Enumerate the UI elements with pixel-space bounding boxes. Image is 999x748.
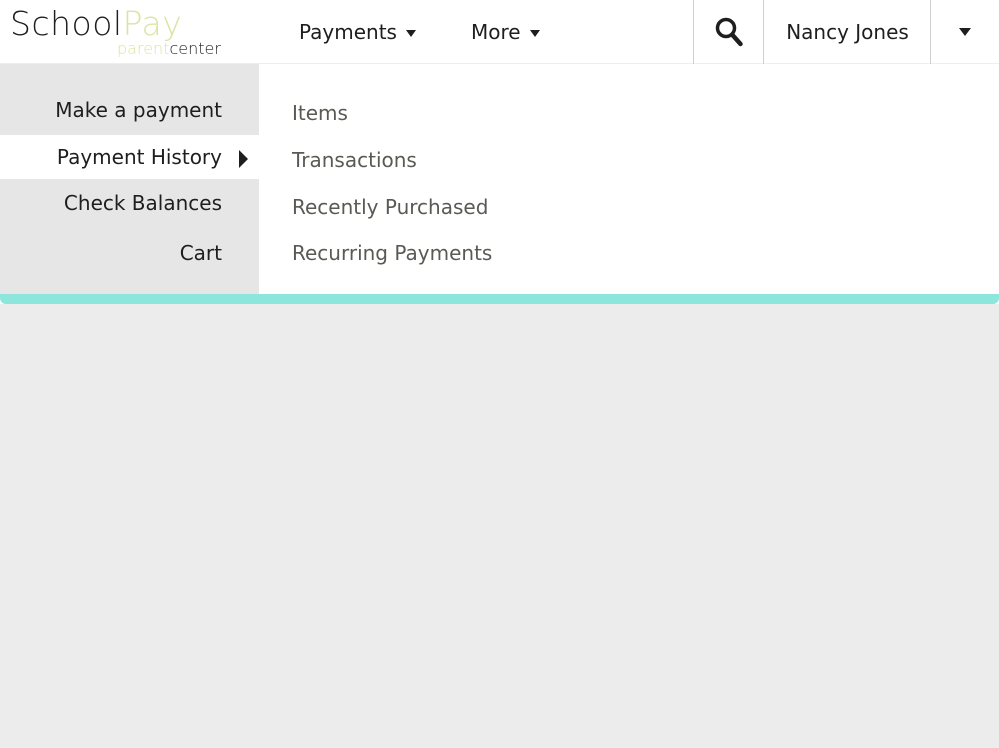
chevron-down-icon [959, 28, 971, 36]
user-name[interactable]: Nancy Jones [764, 0, 931, 64]
logo-pay-text: Pay [122, 4, 183, 43]
nav-payments-label: Payments [299, 20, 397, 44]
menu-item-label: Make a payment [55, 98, 222, 122]
nav-payments-menu[interactable]: Payments [299, 0, 416, 64]
dropdown-accent-bar [0, 294, 999, 304]
menu-item-label: Check Balances [63, 191, 222, 215]
search-button[interactable] [693, 0, 764, 64]
logo-center-text: center [169, 39, 221, 58]
menu-item-make-payment[interactable]: Make a payment [0, 87, 259, 133]
top-header: SchoolPay parentcenter Payments More Nan… [0, 0, 999, 64]
dropdown-left-menu: Make a payment Payment History Check Bal… [0, 64, 259, 294]
menu-item-check-balances[interactable]: Check Balances [0, 180, 259, 226]
logo-school-text: School [10, 4, 123, 43]
submenu-item-items[interactable]: Items [292, 101, 348, 125]
menu-item-label: Cart [179, 241, 222, 265]
caret-right-icon [239, 150, 248, 168]
search-icon [715, 17, 743, 47]
schoolpay-logo[interactable]: SchoolPay parentcenter [10, 2, 250, 62]
main-content-area [0, 304, 999, 748]
submenu-item-recently-purchased[interactable]: Recently Purchased [292, 195, 488, 219]
submenu-item-recurring-payments[interactable]: Recurring Payments [292, 241, 492, 265]
menu-item-label: Payment History [56, 145, 222, 169]
menu-item-payment-history[interactable]: Payment History [0, 135, 259, 179]
payments-dropdown-panel: Make a payment Payment History Check Bal… [0, 64, 999, 304]
user-menu-toggle[interactable] [930, 0, 999, 64]
nav-more-menu[interactable]: More [471, 0, 540, 64]
logo-parent-text: parent [117, 39, 170, 58]
chevron-down-icon [405, 29, 416, 37]
nav-more-label: More [471, 20, 521, 44]
submenu-item-transactions[interactable]: Transactions [292, 148, 417, 172]
chevron-down-icon [529, 29, 540, 37]
menu-item-cart[interactable]: Cart [0, 230, 259, 276]
logo-wordmark: SchoolPay [10, 4, 182, 43]
logo-subtitle: parentcenter [117, 39, 221, 58]
